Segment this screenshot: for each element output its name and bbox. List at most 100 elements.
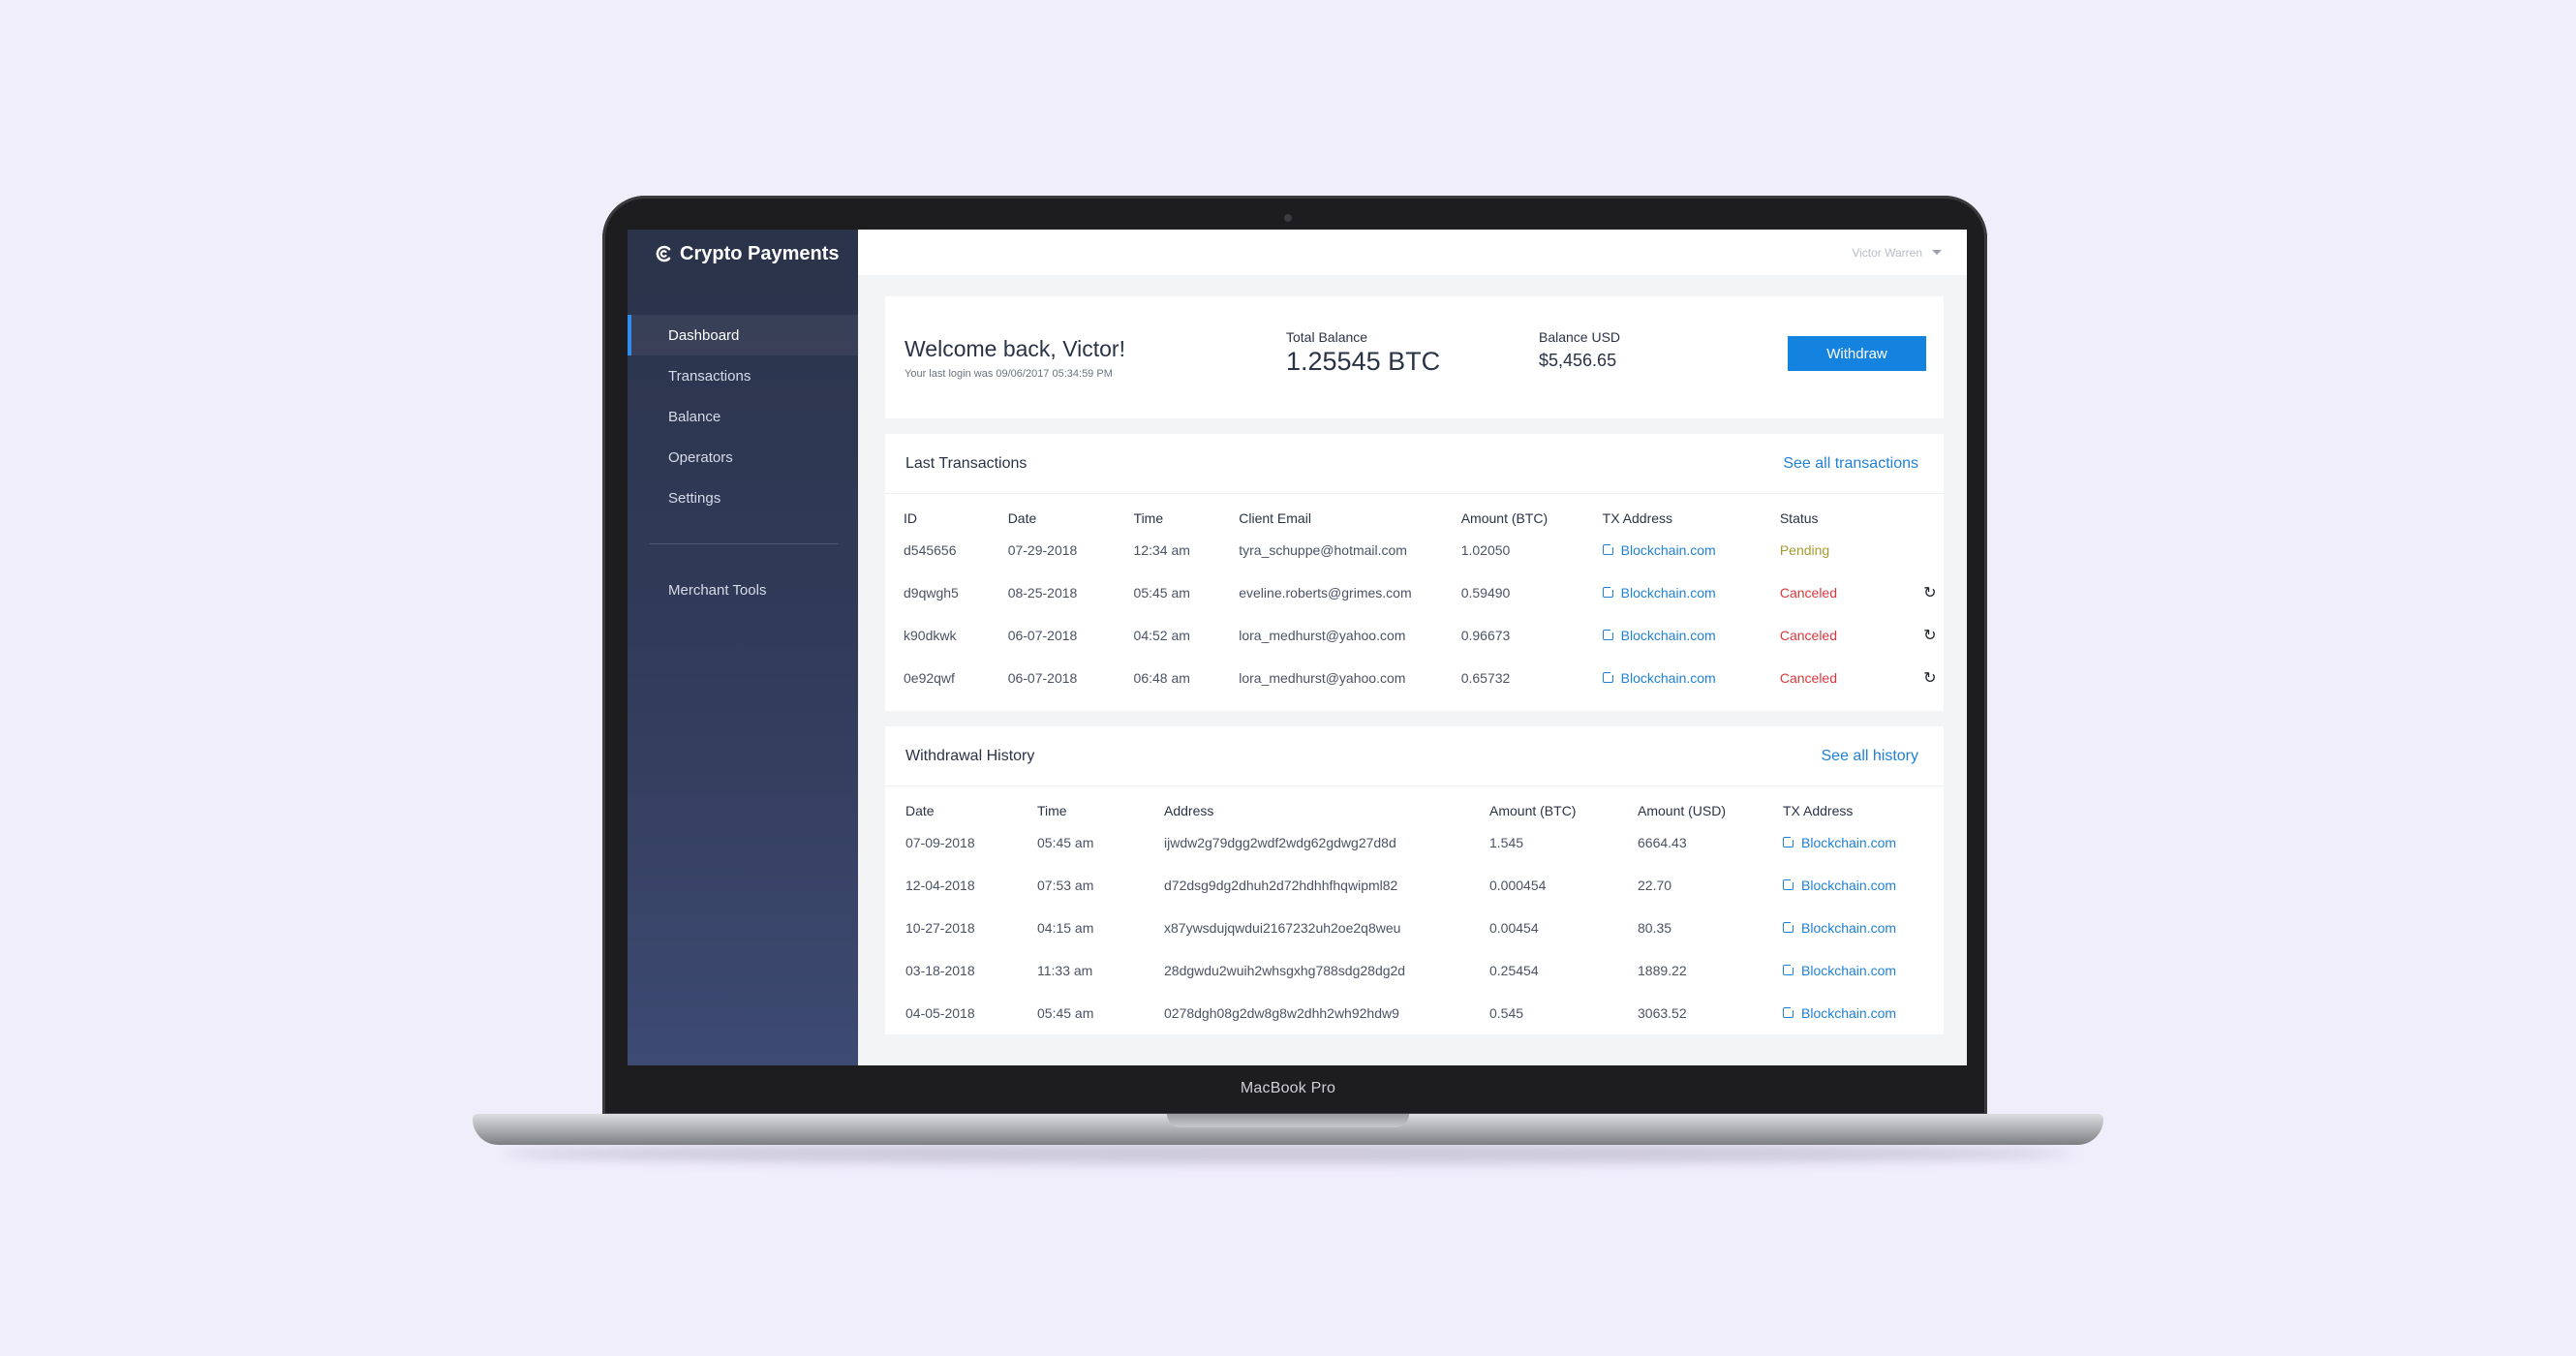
brand-c-icon (656, 245, 671, 262)
table-row: k90dkwk 06-07-2018 04:52 am lora_medhurs… (904, 614, 1944, 657)
tx-address-link[interactable]: Blockchain.com (1783, 963, 1896, 978)
total-balance-value: 1.25545 BTC (1286, 347, 1441, 376)
tx-date: 08-25-2018 (1007, 585, 1078, 601)
wd-date: 10-27-2018 (905, 920, 975, 936)
total-balance-label: Total Balance (1286, 329, 1368, 345)
tx-address-label: Blockchain.com (1801, 919, 1897, 936)
sidebar-item-merchant-tools[interactable]: Merchant Tools (628, 570, 858, 610)
sidebar-item-transactions[interactable]: Transactions (628, 355, 858, 396)
main-area: Victor Warren Welcome back, Victor! Your… (858, 230, 1967, 1065)
status-badge: Pending (1779, 542, 1830, 558)
column-header: ID (904, 510, 917, 526)
wd-amount-btc: 1.545 (1489, 835, 1524, 850)
tx-address-link[interactable]: Blockchain.com (1783, 920, 1896, 936)
table-row: 07-09-2018 05:45 am ijwdw2g79dgg2wdf2wdg… (905, 821, 1944, 864)
table-header-row: ID Date Time Client Email Amount (BTC) T… (904, 494, 1944, 529)
sidebar-item-balance[interactable]: Balance (628, 396, 858, 437)
tx-email: lora_medhurst@yahoo.com (1239, 628, 1406, 643)
tx-address-link[interactable]: Blockchain.com (1602, 541, 1716, 558)
column-header: Time (1037, 803, 1067, 818)
wd-date: 07-09-2018 (905, 835, 975, 850)
withdrawal-history-title: Withdrawal History (905, 747, 1035, 764)
sidebar-item-operators[interactable]: Operators (628, 437, 858, 478)
refresh-icon[interactable]: ↻ (1917, 657, 1944, 699)
status-badge: Canceled (1779, 585, 1837, 601)
wd-amount-usd: 22.70 (1638, 878, 1672, 893)
column-header: Status (1779, 510, 1819, 526)
external-link-icon (1783, 835, 1795, 848)
tx-address-link[interactable]: Blockchain.com (1783, 1005, 1896, 1021)
tx-amount: 0.59490 (1460, 585, 1511, 601)
column-header: Amount (BTC) (1489, 803, 1577, 818)
tx-date: 06-07-2018 (1007, 628, 1078, 643)
user-menu[interactable]: Victor Warren (1852, 246, 1922, 260)
wd-date: 04-05-2018 (905, 1005, 975, 1021)
wd-amount-btc: 0.00454 (1489, 920, 1539, 936)
tx-date: 06-07-2018 (1007, 670, 1078, 686)
external-link-icon (1602, 542, 1615, 556)
tx-address-link[interactable]: Blockchain.com (1783, 835, 1896, 850)
table-row: d9qwgh5 08-25-2018 05:45 am eveline.robe… (904, 571, 1944, 614)
column-header-empty (1917, 494, 1944, 529)
last-transactions-header: Last Transactions See all transactions (885, 434, 1944, 494)
tx-email: lora_medhurst@yahoo.com (1239, 670, 1406, 686)
wd-amount-usd: 1889.22 (1638, 963, 1687, 978)
table-row: 0e92qwf 06-07-2018 06:48 am lora_medhurs… (904, 657, 1944, 699)
wd-amount-btc: 0.545 (1489, 1005, 1524, 1021)
wd-address: x87ywsdujqwdui2167232uh2oe2q8weu (1164, 920, 1401, 936)
wd-date: 03-18-2018 (905, 963, 975, 978)
tx-address: Blockchain.com (1602, 529, 1780, 571)
tx-address-link[interactable]: Blockchain.com (1602, 585, 1716, 601)
welcome-card: Welcome back, Victor! Your last login wa… (885, 296, 1944, 418)
external-link-icon (1783, 920, 1795, 934)
tx-address-label: Blockchain.com (1620, 541, 1716, 558)
see-all-history-link[interactable]: See all history (1822, 748, 1919, 765)
refresh-icon[interactable]: ↻ (1917, 571, 1944, 614)
withdrawal-history-header: Withdrawal History See all history (885, 726, 1944, 786)
tx-address-link[interactable]: Blockchain.com (1602, 669, 1716, 686)
tx-address-label: Blockchain.com (1620, 669, 1716, 686)
brand[interactable]: Crypto Payments (628, 230, 858, 278)
sidebar-item-dashboard[interactable]: Dashboard (628, 315, 858, 355)
external-link-icon (1783, 1005, 1795, 1019)
see-all-transactions-link[interactable]: See all transactions (1783, 455, 1918, 473)
tx-id: d545656 (904, 542, 957, 558)
column-header: Time (1133, 510, 1164, 526)
sidebar-nav: Dashboard Transactions Balance Operators… (628, 315, 858, 610)
tx-address: Blockchain.com (1602, 657, 1780, 699)
tx-time: 12:34 am (1133, 542, 1190, 558)
tx-id: 0e92qwf (904, 670, 955, 686)
external-link-icon (1602, 670, 1615, 684)
withdrawals-table: Date Time Address Amount (BTC) Amount (U… (905, 786, 1944, 1034)
last-transactions-title: Last Transactions (905, 454, 1027, 472)
wd-time: 05:45 am (1037, 835, 1094, 850)
external-link-icon (1783, 963, 1795, 976)
tx-address-link[interactable]: Blockchain.com (1783, 878, 1896, 893)
wd-tx-address: Blockchain.com (1783, 907, 1944, 949)
camera (1284, 214, 1292, 222)
external-link-icon (1602, 628, 1615, 641)
wd-time: 05:45 am (1037, 1005, 1094, 1021)
wd-time: 07:53 am (1037, 878, 1094, 893)
withdraw-button[interactable]: Withdraw (1788, 336, 1926, 371)
tx-address-label: Blockchain.com (1620, 627, 1716, 643)
wd-amount-usd: 3063.52 (1638, 1005, 1687, 1021)
tx-date: 07-29-2018 (1007, 542, 1078, 558)
wd-tx-address: Blockchain.com (1783, 821, 1944, 864)
chevron-down-icon[interactable] (1932, 250, 1942, 255)
wd-amount-usd: 80.35 (1638, 920, 1672, 936)
column-header: TX Address (1783, 803, 1854, 818)
refresh-icon[interactable]: ↻ (1917, 614, 1944, 657)
content: Welcome back, Victor! Your last login wa… (858, 275, 1967, 1034)
status-badge: Canceled (1779, 670, 1837, 686)
column-header: TX Address (1602, 510, 1673, 526)
tx-address-link[interactable]: Blockchain.com (1602, 627, 1716, 643)
sidebar: Crypto Payments Dashboard Transactions B… (628, 230, 858, 1065)
tx-time: 05:45 am (1133, 585, 1190, 601)
column-header: Amount (USD) (1638, 803, 1727, 818)
sidebar-item-settings[interactable]: Settings (628, 478, 858, 518)
wd-tx-address: Blockchain.com (1783, 992, 1944, 1034)
wd-time: 11:33 am (1037, 963, 1093, 978)
tx-address-label: Blockchain.com (1801, 834, 1897, 850)
